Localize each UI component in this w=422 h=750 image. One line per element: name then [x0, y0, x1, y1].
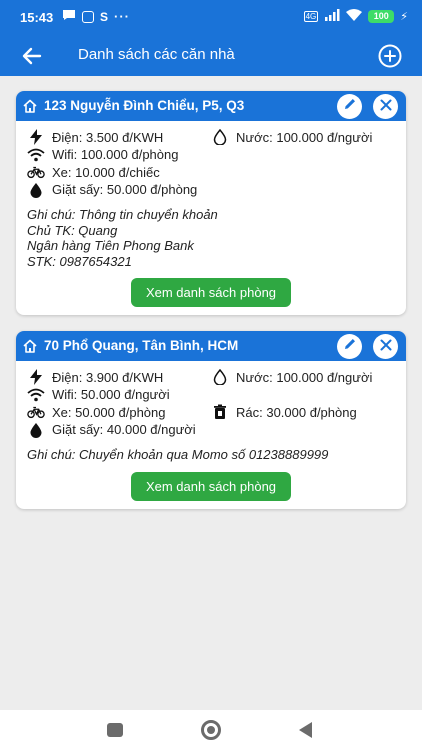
- fee-row: Giặt sấy: 50.000 đ/phòng: [27, 182, 395, 200]
- fee-water-text: Nước: 100.000 đ/người: [236, 369, 373, 385]
- fee-laundry: Giặt sấy: 50.000 đ/phòng: [27, 182, 197, 198]
- view-rooms-button[interactable]: Xem danh sách phòng: [131, 278, 291, 307]
- fee-vehicle: Xe: 10.000 đ/chiếc: [27, 164, 160, 180]
- fee-electric: Điện: 3.900 đ/KWH: [27, 369, 163, 385]
- status-time: 15:43: [20, 10, 54, 25]
- note-line: Ghi chú: Chuyển khoản qua Momo số 012388…: [27, 447, 329, 462]
- delete-button[interactable]: [373, 334, 398, 359]
- fee-row: Xe: 50.000 đ/phòng Rác: 30.000 đ/phòng: [27, 404, 395, 422]
- fee-row: Wifi: 50.000 đ/người: [27, 387, 395, 405]
- note-line: Chủ TK: Quang: [27, 222, 118, 238]
- bicycle-icon: [27, 164, 45, 180]
- pencil-icon: [343, 337, 357, 356]
- edit-button[interactable]: [337, 94, 362, 119]
- page-title: Danh sách các căn nhà: [78, 46, 235, 63]
- system-nav-bar: [0, 710, 422, 750]
- note-line: Ngân hàng Tiên Phong Bank: [27, 238, 194, 253]
- charging-icon: ⚡: [400, 11, 408, 23]
- wifi-icon: [27, 387, 45, 403]
- note-line: STK: 0987654321: [27, 253, 132, 269]
- close-icon: [380, 338, 392, 356]
- fee-electric-text: Điện: 3.900 đ/KWH: [52, 369, 164, 385]
- fee-trash-text: Rác: 30.000 đ/phòng: [236, 404, 357, 420]
- battery-icon: 100: [368, 10, 395, 23]
- fee-water: Nước: 100.000 đ/người: [211, 129, 372, 145]
- add-house-icon[interactable]: [376, 42, 404, 70]
- app-bar: Danh sách các căn nhà: [0, 36, 422, 76]
- delete-button[interactable]: [373, 94, 398, 119]
- close-icon: [380, 98, 392, 116]
- bicycle-icon: [27, 404, 45, 420]
- house-card: 70 Phổ Quang, Tân Bình, HCM Điện: 3.900 …: [16, 331, 406, 509]
- note-line: Ghi chú: Thông tin chuyển khoản: [27, 207, 218, 222]
- fee-vehicle-text: Xe: 10.000 đ/chiếc: [52, 164, 160, 180]
- chat-icon: [62, 9, 76, 24]
- water-drop-outline-icon: [211, 369, 229, 385]
- s-icon: S: [100, 9, 109, 24]
- house-card: 123 Nguyễn Đình Chiểu, P5, Q3 Điện: 3.50…: [16, 91, 406, 315]
- lightning-icon: [27, 129, 45, 145]
- fee-row: Giặt sấy: 40.000 đ/người: [27, 422, 395, 440]
- status-bar: 15:43 S ··· 4G 100 ⚡: [0, 0, 422, 36]
- fee-laundry-text: Giặt sấy: 40.000 đ/người: [52, 422, 196, 437]
- fee-vehicle-text: Xe: 50.000 đ/phòng: [52, 404, 166, 420]
- notification-icons: S ···: [62, 9, 130, 24]
- fee-wifi-text: Wifi: 100.000 đ/phòng: [52, 147, 179, 162]
- fee-electric-text: Điện: 3.500 đ/KWH: [52, 129, 164, 145]
- fee-row: Điện: 3.900 đ/KWH Nước: 100.000 đ/người: [27, 369, 395, 387]
- home-icon: [22, 98, 38, 114]
- fee-trash: Rác: 30.000 đ/phòng: [211, 404, 357, 420]
- house-note: Ghi chú: Chuyển khoản qua Momo số 012388…: [27, 447, 395, 463]
- fee-laundry: Giặt sấy: 40.000 đ/người: [27, 422, 196, 438]
- fee-wifi: Wifi: 100.000 đ/phòng: [27, 147, 178, 163]
- trash-bin-icon: [211, 404, 229, 420]
- house-card-header: 123 Nguyễn Đình Chiểu, P5, Q3: [16, 91, 406, 121]
- back-button[interactable]: [299, 722, 312, 738]
- more-notifications-icon: ···: [114, 9, 131, 24]
- fee-row: Wifi: 100.000 đ/phòng: [27, 147, 395, 165]
- house-card-header: 70 Phổ Quang, Tân Bình, HCM: [16, 331, 406, 361]
- back-arrow-icon[interactable]: [18, 42, 46, 70]
- house-address: 123 Nguyễn Đình Chiểu, P5, Q3: [44, 98, 245, 113]
- wifi-status-icon: [346, 9, 363, 24]
- home-button[interactable]: [201, 720, 221, 740]
- fee-water-text: Nước: 100.000 đ/người: [236, 129, 373, 145]
- house-card-body: Điện: 3.500 đ/KWH Nước: 100.000 đ/người …: [16, 121, 406, 315]
- recent-apps-button[interactable]: [107, 723, 123, 737]
- fee-row: Điện: 3.500 đ/KWH Nước: 100.000 đ/người: [27, 129, 395, 147]
- water-drop-outline-icon: [211, 129, 229, 145]
- house-address: 70 Phổ Quang, Tân Bình, HCM: [44, 338, 239, 353]
- fee-wifi-text: Wifi: 50.000 đ/người: [52, 387, 170, 402]
- system-icons: 4G 100 ⚡: [303, 9, 408, 24]
- house-note: Ghi chú: Thông tin chuyển khoản Chủ TK: …: [27, 207, 395, 269]
- fee-wifi: Wifi: 50.000 đ/người: [27, 387, 170, 403]
- fee-water: Nước: 100.000 đ/người: [211, 369, 372, 385]
- water-drop-icon: [27, 182, 45, 198]
- volte-icon: 4G: [303, 11, 319, 22]
- gallery-icon: [82, 10, 94, 23]
- pencil-icon: [343, 97, 357, 116]
- signal-icon: [324, 9, 340, 24]
- fee-electric: Điện: 3.500 đ/KWH: [27, 129, 163, 145]
- wifi-icon: [27, 147, 45, 163]
- fee-laundry-text: Giặt sấy: 50.000 đ/phòng: [52, 182, 198, 197]
- view-rooms-button[interactable]: Xem danh sách phòng: [131, 471, 291, 501]
- fee-row: Xe: 10.000 đ/chiếc: [27, 164, 395, 182]
- fee-vehicle: Xe: 50.000 đ/phòng: [27, 404, 166, 420]
- house-card-body: Điện: 3.900 đ/KWH Nước: 100.000 đ/người …: [16, 361, 406, 509]
- edit-button[interactable]: [337, 334, 362, 359]
- home-icon: [22, 338, 38, 354]
- water-drop-icon: [27, 422, 45, 438]
- lightning-icon: [27, 369, 45, 385]
